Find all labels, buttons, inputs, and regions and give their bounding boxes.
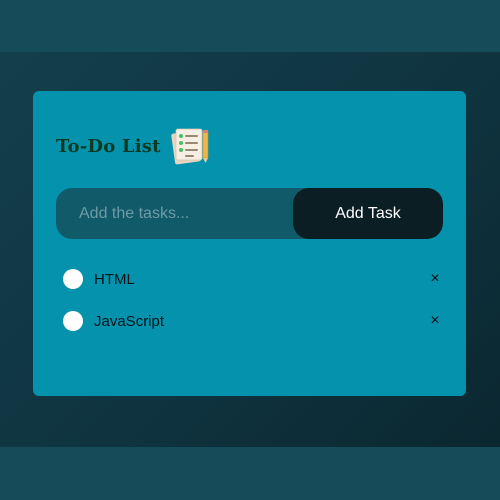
- task-item[interactable]: JavaScript ×: [63, 309, 443, 333]
- task-label: JavaScript: [94, 312, 165, 330]
- task-input[interactable]: [56, 188, 296, 239]
- title-row: To-Do List: [56, 126, 213, 166]
- task-input-row: Add Task: [56, 188, 443, 239]
- delete-task-button[interactable]: ×: [427, 271, 443, 287]
- task-checkbox[interactable]: [63, 311, 83, 331]
- task-checkbox[interactable]: [63, 269, 83, 289]
- page-title: To-Do List: [56, 135, 161, 157]
- todo-list-icon: [170, 128, 208, 165]
- task-label: HTML: [94, 270, 135, 288]
- todo-card: To-Do List Add Task HTML × JavaScript ×: [33, 91, 466, 396]
- add-task-button[interactable]: Add Task: [293, 188, 443, 239]
- delete-task-button[interactable]: ×: [427, 313, 443, 329]
- task-item[interactable]: HTML ×: [63, 267, 443, 291]
